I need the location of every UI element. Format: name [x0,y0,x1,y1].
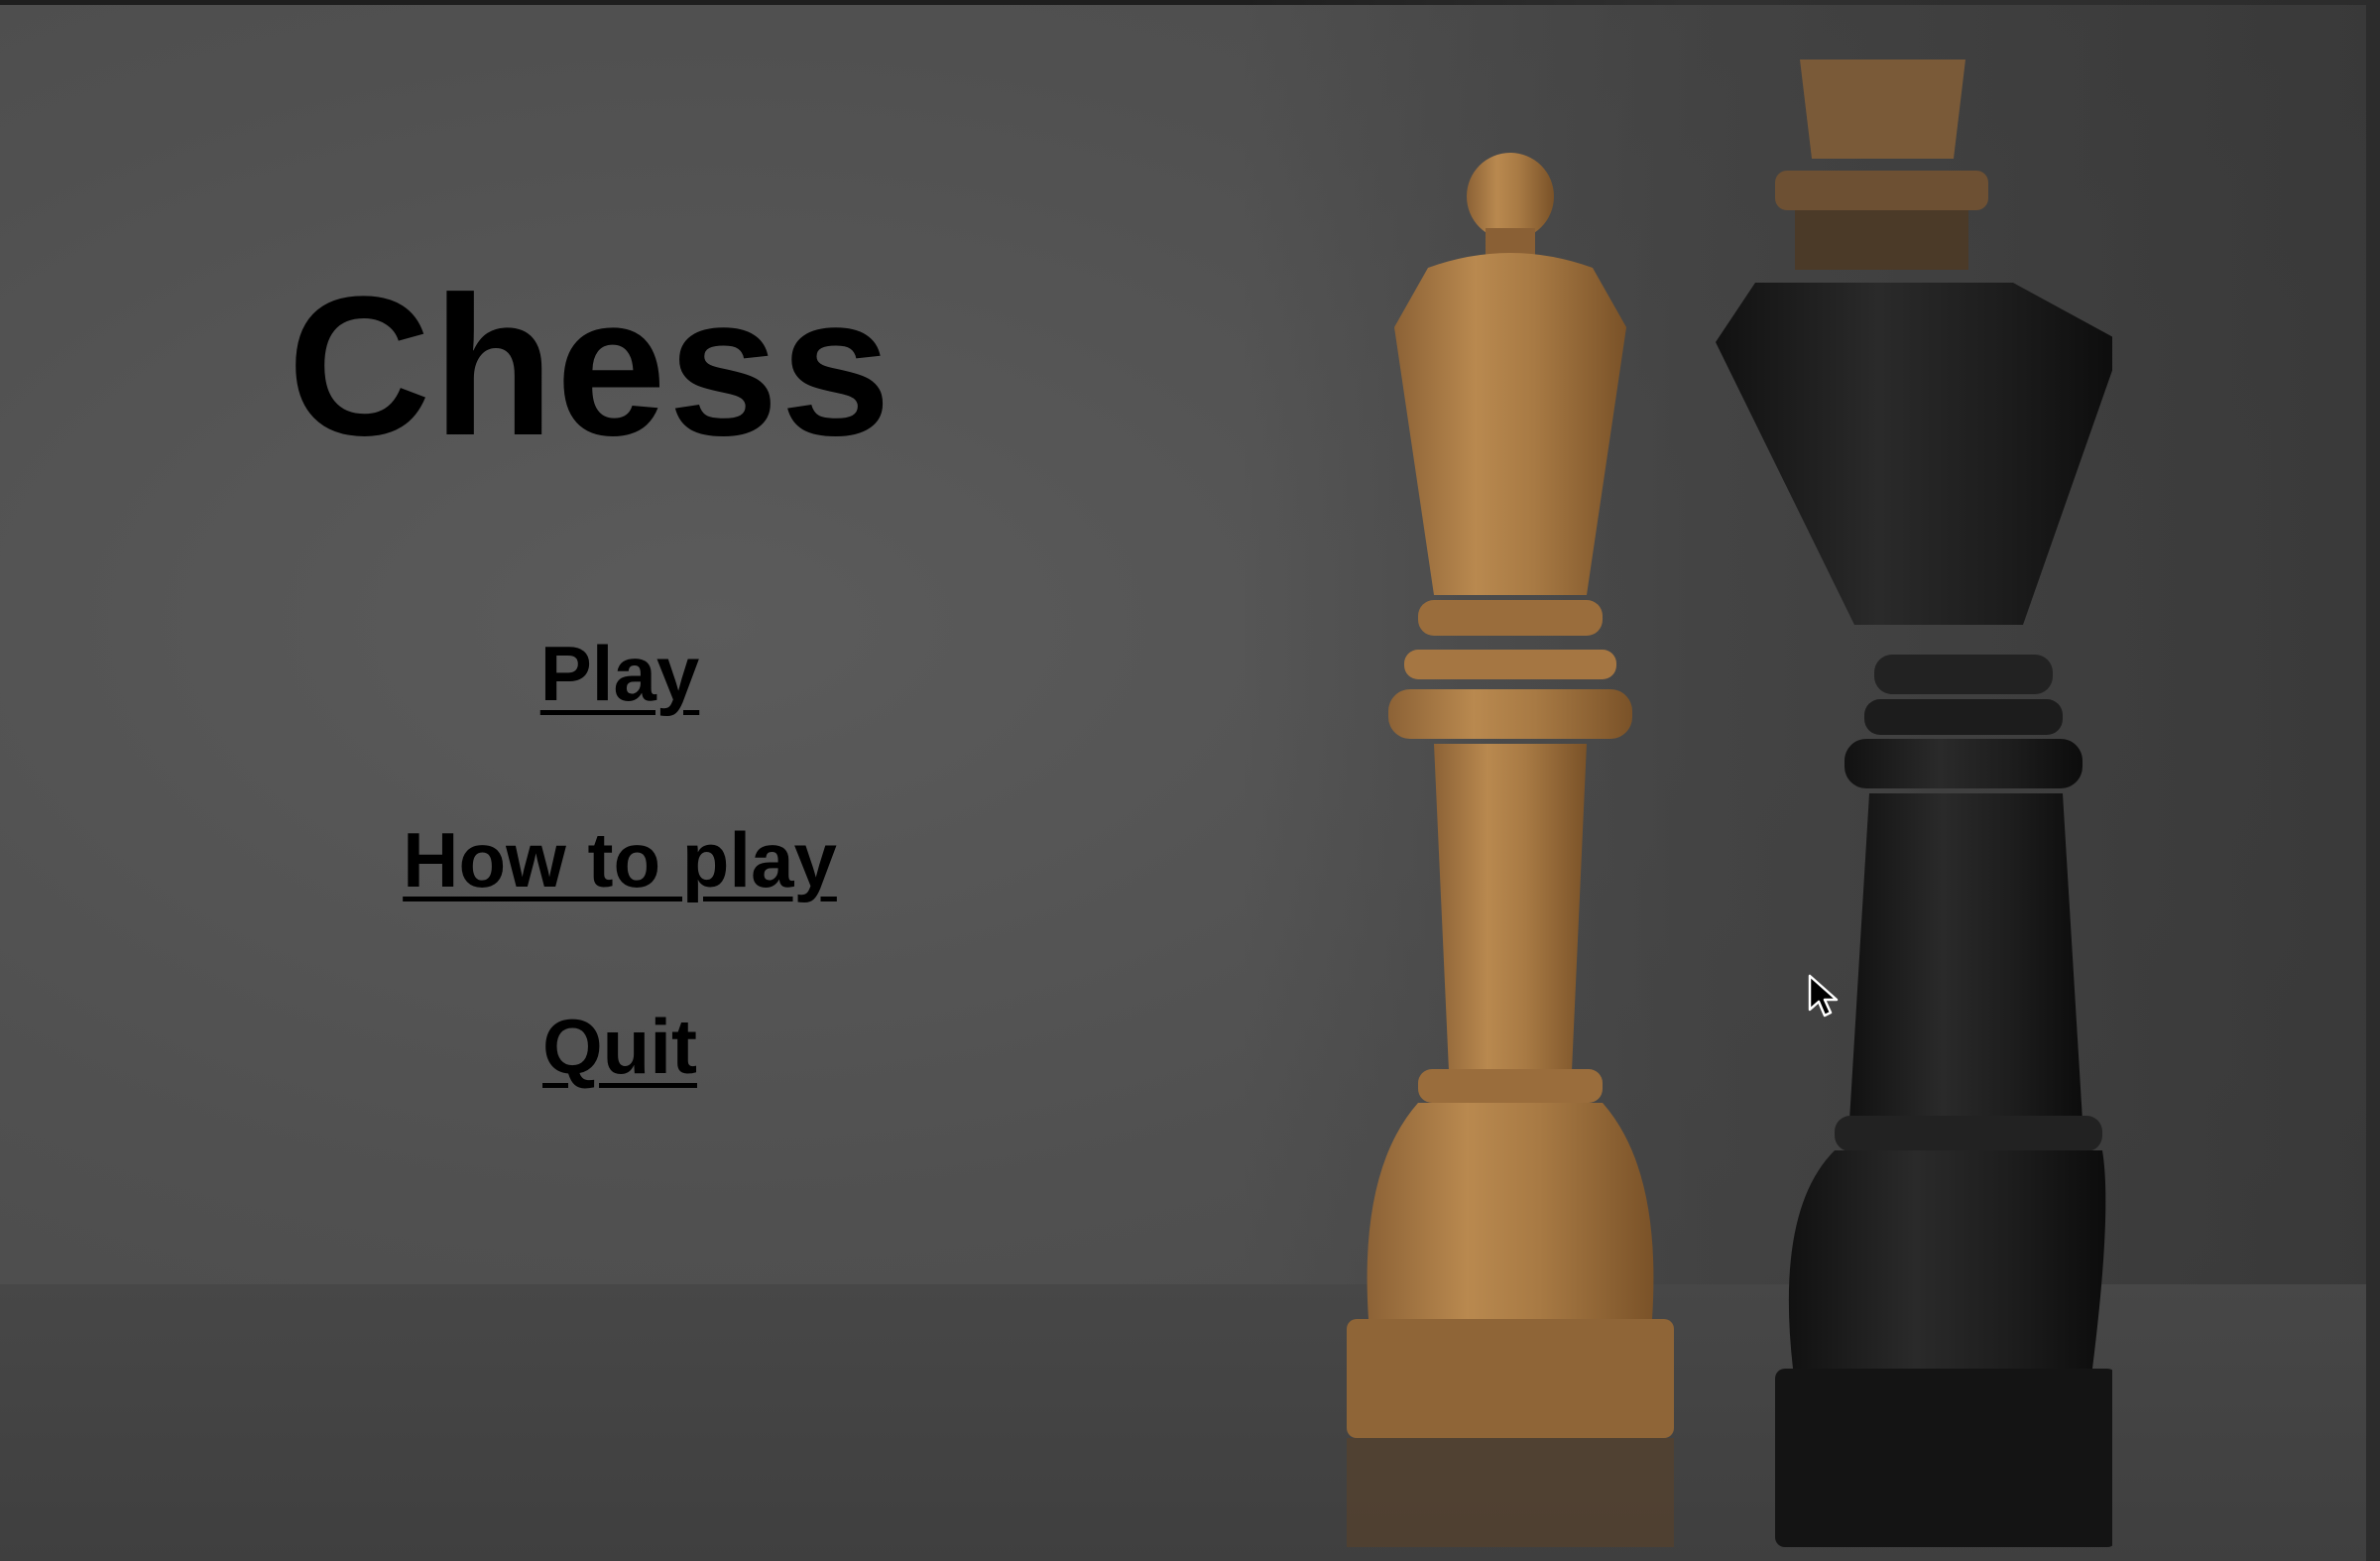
play-button[interactable]: Play [540,635,699,712]
game-title: Chess [288,256,893,477]
how-to-play-button[interactable]: How to play [403,821,837,899]
main-menu-screen: Chess Play How to play Quit [0,0,2380,1561]
window-right-edge [2366,0,2380,1561]
mouse-cursor-icon [1808,974,1839,1018]
chess-pieces-image [1347,60,2112,1547]
black-king-piece [1716,60,2112,1547]
quit-button[interactable]: Quit [542,1008,697,1085]
main-menu: Play How to play Quit [397,635,843,1194]
white-queen-piece [1347,153,1674,1547]
